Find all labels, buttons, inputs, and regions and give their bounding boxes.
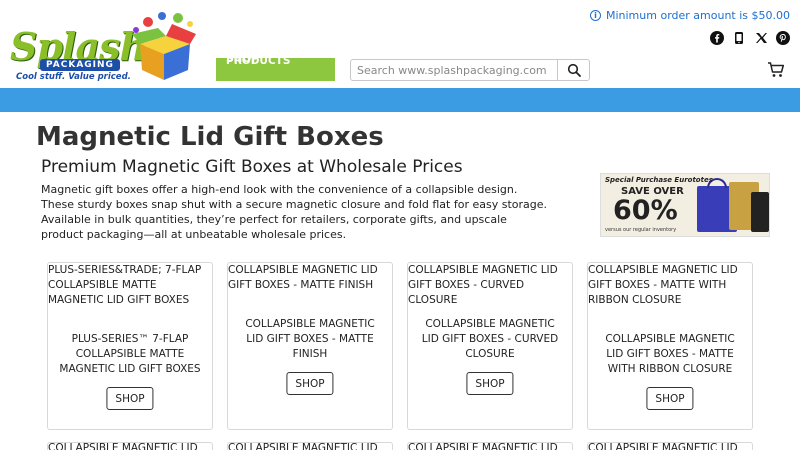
- product-card-header[interactable]: PLUS-SERIES&TRADE; 7-FLAP COLLAPSIBLE MA…: [48, 263, 212, 308]
- product-card-header[interactable]: COLLAPSIBLE MAGNETIC LID: [588, 443, 738, 450]
- product-card-header[interactable]: COLLAPSIBLE MAGNETIC LID: [228, 443, 378, 450]
- minimum-order-text: Minimum order amount is $50.00: [605, 9, 790, 22]
- shop-products-menu-button[interactable]: SHOP PRODUCTS: [216, 58, 335, 81]
- product-name: COLLAPSIBLE MAGNETIC LID GIFT BOXES - MA…: [605, 333, 735, 375]
- product-name: COLLAPSIBLE MAGNETIC LID GIFT BOXES - MA…: [245, 318, 375, 360]
- product-name: COLLAPSIBLE MAGNETIC LID GIFT BOXES - CU…: [421, 318, 559, 360]
- info-icon: i: [589, 10, 601, 21]
- search-icon: [567, 63, 581, 77]
- product-card-header[interactable]: COLLAPSIBLE MAGNETIC LID: [48, 443, 198, 450]
- search-input[interactable]: [350, 59, 557, 81]
- promo-percent: 60%: [613, 195, 678, 226]
- category-description: Magnetic gift boxes offer a high-end loo…: [41, 183, 547, 241]
- navigation-bar: [0, 88, 800, 112]
- product-card-header[interactable]: COLLAPSIBLE MAGNETIC LID GIFT BOXES - MA…: [588, 263, 752, 308]
- splash-packaging-logo[interactable]: Splash PACKAGING Cool stuff. Value price…: [8, 6, 196, 84]
- minimum-order-notice: i Minimum order amount is $50.00: [589, 9, 790, 22]
- product-card: COLLAPSIBLE MAGNETIC LID: [587, 442, 753, 450]
- product-card: COLLAPSIBLE MAGNETIC LID: [47, 442, 213, 450]
- facebook-icon[interactable]: [710, 31, 724, 45]
- page-title: Magnetic Lid Gift Boxes: [36, 122, 384, 152]
- search-button[interactable]: [557, 59, 590, 81]
- product-card: COLLAPSIBLE MAGNETIC LID GIFT BOXES - MA…: [227, 262, 393, 430]
- promo-bag-image: [751, 192, 769, 232]
- shop-button[interactable]: SHOP: [286, 372, 334, 395]
- mobile-icon[interactable]: [732, 31, 746, 45]
- logo-subtitle: PACKAGING: [40, 59, 120, 71]
- logo-tagline: Cool stuff. Value priced.: [16, 72, 131, 82]
- shop-button[interactable]: SHOP: [466, 372, 514, 395]
- social-links: [710, 31, 790, 45]
- cart-icon[interactable]: [767, 61, 785, 79]
- product-card-header[interactable]: COLLAPSIBLE MAGNETIC LID GIFT BOXES - MA…: [228, 263, 392, 293]
- eurototes-promo-banner[interactable]: Special Purchase Eurototes SAVE OVER 60%…: [600, 173, 770, 237]
- shop-button[interactable]: SHOP: [646, 387, 694, 410]
- page-subtitle: Premium Magnetic Gift Boxes at Wholesale…: [41, 157, 463, 177]
- product-card: COLLAPSIBLE MAGNETIC LID GIFT BOXES - MA…: [587, 262, 753, 430]
- product-card: COLLAPSIBLE MAGNETIC LID: [407, 442, 573, 450]
- product-card: COLLAPSIBLE MAGNETIC LID: [227, 442, 393, 450]
- x-icon[interactable]: [754, 31, 768, 45]
- product-card: COLLAPSIBLE MAGNETIC LID GIFT BOXES - CU…: [407, 262, 573, 430]
- product-card-header[interactable]: COLLAPSIBLE MAGNETIC LID: [408, 443, 558, 450]
- shop-products-label: SHOP PRODUCTS: [226, 58, 291, 67]
- product-card: PLUS-SERIES&TRADE; 7-FLAP COLLAPSIBLE MA…: [47, 262, 213, 430]
- product-name: PLUS-SERIES™ 7-FLAP COLLAPSIBLE MATTE MA…: [59, 333, 201, 375]
- pinterest-icon[interactable]: [776, 31, 790, 45]
- product-card-header[interactable]: COLLAPSIBLE MAGNETIC LID GIFT BOXES - CU…: [408, 263, 572, 308]
- logo-box-graphic: [132, 12, 196, 80]
- promo-heading: Special Purchase Eurototes: [605, 176, 713, 184]
- shop-button[interactable]: SHOP: [106, 387, 154, 410]
- promo-subtext: versus our regular inventory: [605, 227, 677, 233]
- site-search: [350, 59, 590, 81]
